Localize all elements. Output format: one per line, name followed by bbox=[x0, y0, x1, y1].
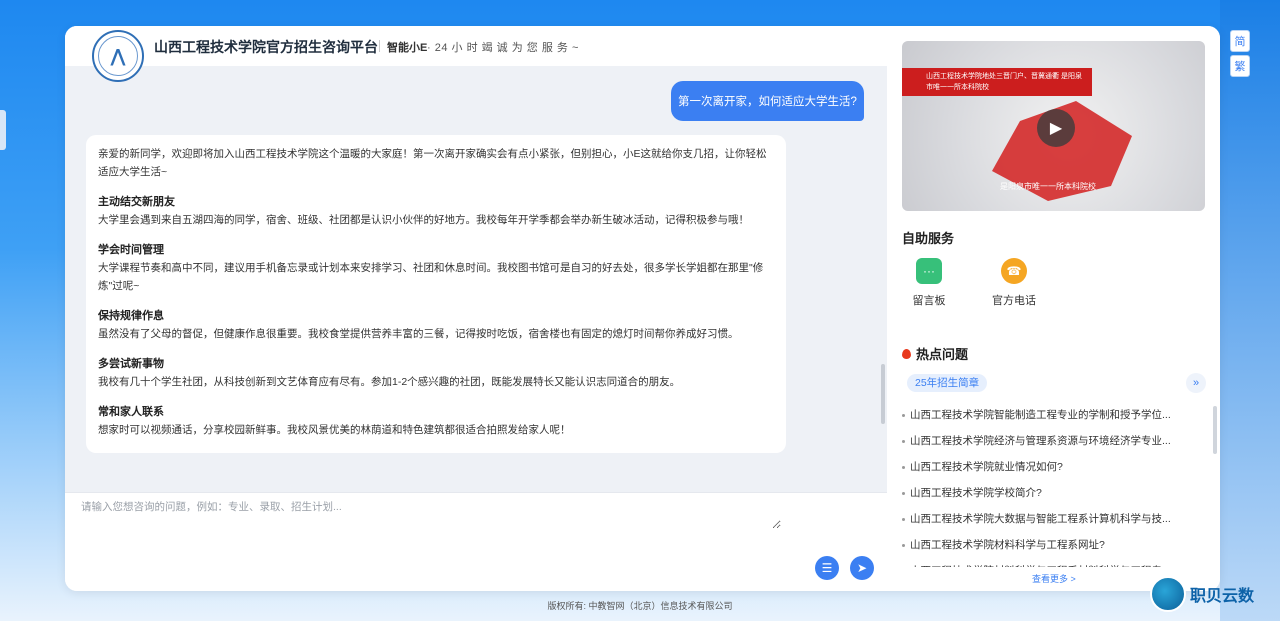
section-title: 学会时间管理 bbox=[98, 244, 164, 256]
simplified-chinese-button[interactable]: 简 bbox=[1230, 30, 1250, 52]
paper-plane-icon: ➤ bbox=[856, 561, 868, 575]
hot-questions-label: 热点问题 bbox=[916, 347, 969, 362]
section-title: 常和家人联系 bbox=[98, 406, 164, 418]
assistant-tagline: · 24 小 时 竭 诚 为 您 服 务 ~ bbox=[427, 42, 579, 54]
bot-intro-text: 亲爱的新同学，欢迎即将加入山西工程技术学院这个温暖的大家庭！第一次离开家确实会有… bbox=[98, 148, 767, 178]
list-item[interactable]: 山西工程技术学院就业情况如何? bbox=[902, 454, 1187, 480]
promo-video[interactable]: 山西工程技术学院地处三晋门户、晋冀通衢 是阳泉市唯一一所本科院校 ▶ 是阳泉市唯… bbox=[902, 41, 1205, 211]
language-switch: 简 繁 bbox=[1230, 30, 1250, 77]
bot-message-bubble: 亲爱的新同学，欢迎即将加入山西工程技术学院这个温暖的大家庭！第一次离开家确实会有… bbox=[86, 135, 786, 453]
official-phone-button[interactable]: ☎ 官方电话 bbox=[984, 258, 1044, 308]
list-item[interactable]: 山西工程技术学院学校简介? bbox=[902, 480, 1187, 506]
message-board-label: 留言板 bbox=[912, 295, 946, 307]
chat-panel: 山西工程技术学院官方招生咨询平台 智能小E · 24 小 时 竭 诚 为 您 服… bbox=[65, 26, 887, 591]
video-caption: 是阳泉市唯一一所本科院校 bbox=[1000, 182, 1096, 191]
school-emblem-icon: ⋀ bbox=[98, 36, 138, 76]
message-board-icon: ··· bbox=[916, 258, 942, 284]
header-divider bbox=[379, 40, 380, 52]
main-card: 山西工程技术学院官方招生咨询平台 智能小E · 24 小 时 竭 诚 为 您 服… bbox=[65, 26, 1220, 591]
video-banner-text: 山西工程技术学院地处三晋门户、晋冀通衢 是阳泉市唯一一所本科院校 bbox=[902, 68, 1092, 96]
section-body: 虽然没有了父母的督促，但健康作息很重要。我校食堂提供营养丰富的三餐，记得按时吃饭… bbox=[98, 328, 739, 340]
fire-icon bbox=[902, 348, 911, 359]
user-message-bubble: 第一次离开家，如何适应大学生活? bbox=[671, 81, 864, 121]
double-chevron-right-icon[interactable]: » bbox=[1186, 373, 1206, 393]
list-item[interactable]: 山西工程技术学院大数据与智能工程系计算机科学与技... bbox=[902, 506, 1187, 532]
input-area: ☰ ➤ bbox=[65, 492, 887, 591]
self-service-title: 自助服务 bbox=[902, 231, 955, 246]
message-board-button[interactable]: ··· 留言板 bbox=[899, 258, 959, 308]
page-title: 山西工程技术学院官方招生咨询平台 bbox=[154, 39, 378, 55]
section-title: 保持规律作息 bbox=[98, 310, 164, 322]
header: 山西工程技术学院官方招生咨询平台 智能小E · 24 小 时 竭 诚 为 您 服… bbox=[65, 26, 887, 66]
section-body: 想家时可以视频通话，分享校园新鲜事。我校风景优美的林荫道和特色建筑都很适合拍照发… bbox=[98, 424, 571, 436]
page-background-right bbox=[1220, 0, 1280, 621]
chat-bubble-button[interactable]: ☰ bbox=[815, 556, 839, 580]
section-title: 多尝试新事物 bbox=[98, 358, 164, 370]
question-input[interactable] bbox=[81, 499, 781, 529]
copyright-footer: 版权所有: 中教智网（北京）信息技术有限公司 bbox=[547, 601, 733, 611]
see-more-link[interactable]: 查看更多 > bbox=[1032, 572, 1076, 585]
phone-icon: ☎ bbox=[1001, 258, 1027, 284]
section-body: 大学课程节奏和高中不同，建议用手机备忘录或计划本来安排学习、社团和休息时间。我校… bbox=[98, 262, 764, 292]
assistant-name: 智能小E bbox=[387, 42, 428, 54]
watermark-text: 职贝云数 bbox=[1190, 588, 1255, 605]
school-logo: ⋀ bbox=[92, 30, 144, 82]
watermark: 职贝云数 bbox=[1150, 576, 1254, 612]
section-body: 我校有几十个学生社团，从科技创新到文艺体育应有尽有。参加1-2个感兴趣的社团，既… bbox=[98, 376, 681, 388]
hot-question-list: 山西工程技术学院智能制造工程专业的学制和授予学位... 山西工程技术学院经济与管… bbox=[902, 402, 1187, 567]
list-item[interactable]: 山西工程技术学院材料科学与工程系材料科学与工程专... bbox=[902, 558, 1187, 567]
list-item[interactable]: 山西工程技术学院智能制造工程专业的学制和授予学位... bbox=[902, 402, 1187, 428]
watermark-logo-icon bbox=[1150, 576, 1186, 612]
traditional-chinese-button[interactable]: 繁 bbox=[1230, 55, 1250, 77]
side-panel: 山西工程技术学院地处三晋门户、晋冀通衢 是阳泉市唯一一所本科院校 ▶ 是阳泉市唯… bbox=[887, 26, 1220, 591]
list-item[interactable]: 山西工程技术学院材料科学与工程系网址? bbox=[902, 532, 1187, 558]
play-icon[interactable]: ▶ bbox=[1037, 109, 1075, 147]
hot-questions-title: 热点问题 bbox=[902, 344, 968, 363]
chat-scrollbar[interactable] bbox=[881, 364, 885, 424]
list-item[interactable]: 山西工程技术学院经济与管理系资源与环境经济学专业... bbox=[902, 428, 1187, 454]
official-phone-label: 官方电话 bbox=[992, 295, 1036, 307]
send-button[interactable]: ➤ bbox=[850, 556, 874, 580]
tab-admission-brochure[interactable]: 25年招生简章 bbox=[907, 374, 988, 392]
section-title: 主动结交新朋友 bbox=[98, 196, 175, 208]
chat-bubble-icon: ☰ bbox=[821, 561, 833, 575]
left-edge-handle[interactable] bbox=[0, 110, 6, 150]
question-list-scrollbar[interactable] bbox=[1213, 406, 1217, 454]
section-body: 大学里会遇到来自五湖四海的同学，宿舍、班级、社团都是认识小伙伴的好地方。我校每年… bbox=[98, 214, 749, 226]
